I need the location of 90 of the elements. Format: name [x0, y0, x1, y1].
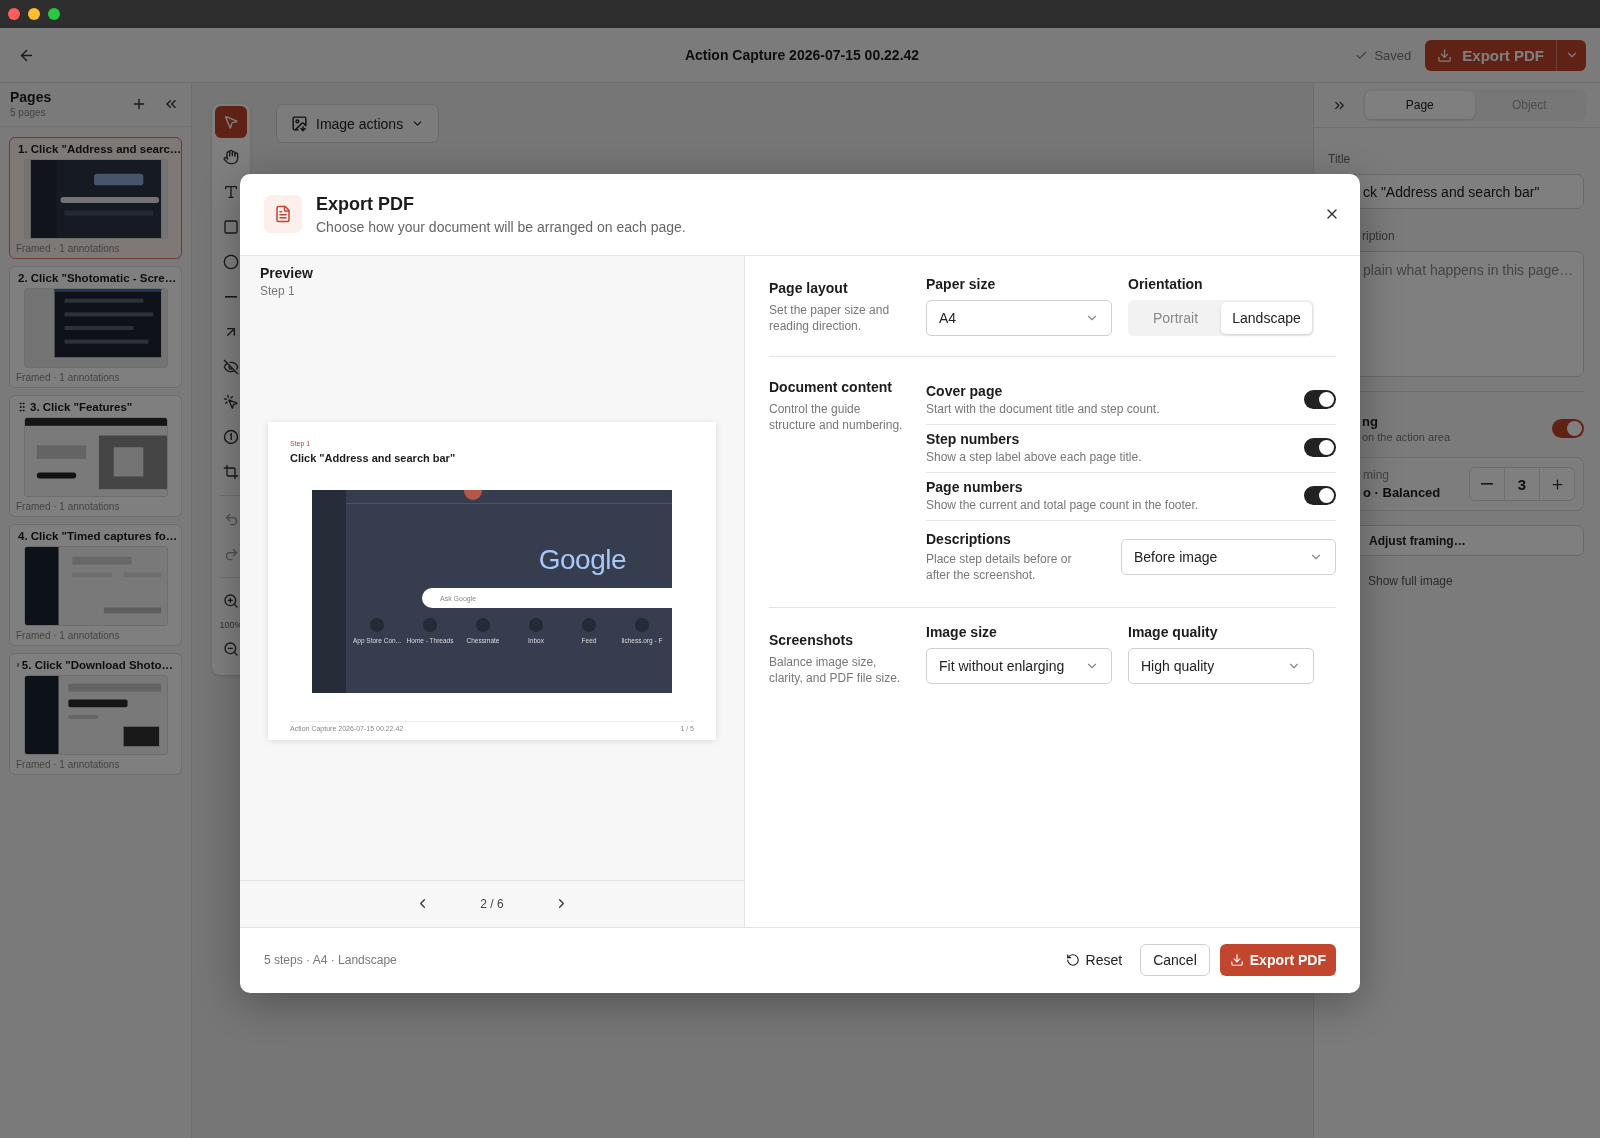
page-title: 5. Click "Download Shoto…	[21, 659, 173, 671]
toggle-switch[interactable]	[1304, 485, 1336, 505]
framing-value: o · Balanced	[1363, 485, 1441, 500]
logo-text: Google	[538, 544, 626, 576]
maximize-window-button[interactable]	[48, 8, 60, 20]
zoom-level: 100%	[219, 620, 243, 630]
tab[interactable]: Page	[1365, 91, 1475, 119]
export-summary: 5 steps · A4 · Landscape	[264, 953, 397, 967]
image-size-select[interactable]: Fit without enlarging	[926, 647, 1112, 684]
page-indicator: 2 / 6	[480, 896, 504, 911]
crop-icon	[223, 464, 239, 480]
download-icon	[1437, 47, 1453, 63]
setting-hint: Start with the document title and step count.	[926, 401, 1160, 416]
zoom-in-icon	[223, 593, 239, 609]
pointer-tool[interactable]	[215, 106, 247, 138]
drag-handle-icon	[16, 401, 28, 413]
toggle-switch[interactable]	[1304, 437, 1336, 457]
close-window-button[interactable]	[8, 8, 20, 20]
pointer-icon	[223, 114, 239, 130]
text-icon	[223, 184, 239, 200]
field-label: Image quality	[1128, 623, 1219, 640]
preview-step: Step 1	[260, 283, 724, 298]
saved-label: Saved	[1374, 47, 1412, 63]
page-title: 2. Click "Shotomatic - Scre…	[18, 272, 177, 284]
setting-label: Page numbers	[926, 478, 1024, 495]
toggle-switch[interactable]	[1552, 419, 1584, 438]
shortcut-icon	[635, 618, 649, 632]
document-icon	[264, 195, 302, 233]
line-icon	[225, 296, 237, 298]
hand-icon	[223, 149, 239, 165]
page-title: 1. Click "Address and searc…	[18, 143, 182, 155]
setting-hint: Show the current and total page count in the footer.	[926, 497, 1199, 512]
click-marker	[464, 490, 482, 500]
section-title: Screenshots	[769, 631, 855, 648]
setting-label: Descriptions	[926, 530, 1012, 547]
setting-label: Cover page	[926, 382, 1004, 399]
minimize-window-button[interactable]	[28, 8, 40, 20]
plus-icon	[1549, 476, 1565, 492]
field-label: Title	[1328, 152, 1352, 166]
reset-icon	[1065, 953, 1080, 967]
toggle-switch[interactable]	[1304, 389, 1336, 409]
setting-hint: Place step details before or after the screenshot.	[926, 550, 1073, 583]
shortcut-icon	[476, 618, 490, 632]
stepper-control[interactable]: 3	[1469, 467, 1575, 501]
page-title: 4. Click "Timed captures fo…	[18, 530, 178, 542]
field-label: Paper size	[926, 275, 997, 292]
undo-icon	[223, 511, 239, 527]
image-quality-select[interactable]: High quality	[1128, 647, 1314, 684]
setting-hint: Show a step label above each page title.	[926, 449, 1142, 464]
setting-label: ming	[1363, 468, 1390, 482]
export-pdf-button[interactable]: Export PDF	[1219, 944, 1336, 976]
reset-button[interactable]: Reset	[1057, 952, 1131, 968]
zoom-out-icon	[223, 641, 239, 657]
image-icon	[291, 115, 308, 132]
section-description: Balance image size, clarity, and PDF file size.	[769, 653, 902, 687]
section-title: Document content	[769, 378, 893, 395]
circle-icon	[223, 254, 239, 270]
section-description: Control the guide structure and numbering.	[769, 400, 904, 433]
click-icon	[223, 394, 239, 410]
preview-title: Preview	[260, 264, 314, 281]
download-icon	[1229, 953, 1244, 967]
descriptions-select[interactable]: Before image	[1121, 538, 1336, 575]
minus-icon	[1481, 483, 1493, 485]
shortcut-icon	[423, 618, 437, 632]
numbered-circle-icon	[223, 429, 239, 445]
panel-title: Pages	[10, 89, 52, 105]
setting-label: Step numbers	[926, 430, 1021, 447]
dialog-title: Export PDF	[316, 193, 415, 215]
section-description: Set the paper size and reading direction.	[769, 301, 891, 334]
redo-icon	[223, 546, 239, 562]
orientation-option[interactable]: Portrait	[1130, 301, 1221, 334]
stepper-value: 3	[1504, 468, 1540, 500]
shortcut-icon	[582, 618, 596, 632]
window-title: Action Capture 2026-07-15 00.22.42	[684, 47, 920, 63]
paper-size-select[interactable]: A4	[926, 299, 1112, 336]
section-title: Page layout	[769, 279, 849, 296]
page-title: 3. Click "Features"	[30, 401, 133, 413]
image-actions-button[interactable]: Image actions	[276, 104, 440, 143]
step-title: Click "Address and search bar"	[290, 452, 457, 464]
dialog-subtitle: Choose how your document will be arranged on each page.	[316, 218, 687, 235]
shortcut-icon	[370, 618, 384, 632]
field-label: ription	[1361, 229, 1396, 243]
field-label: Image size	[926, 623, 998, 640]
orientation-option[interactable]: Landscape	[1221, 301, 1312, 334]
square-icon	[223, 219, 239, 235]
setting-label: ng	[1362, 414, 1379, 429]
cancel-button[interactable]: Cancel	[1140, 944, 1210, 976]
field-label: Orientation	[1128, 275, 1204, 292]
shortcut-icon	[529, 618, 543, 632]
eye-off-icon	[223, 359, 239, 375]
